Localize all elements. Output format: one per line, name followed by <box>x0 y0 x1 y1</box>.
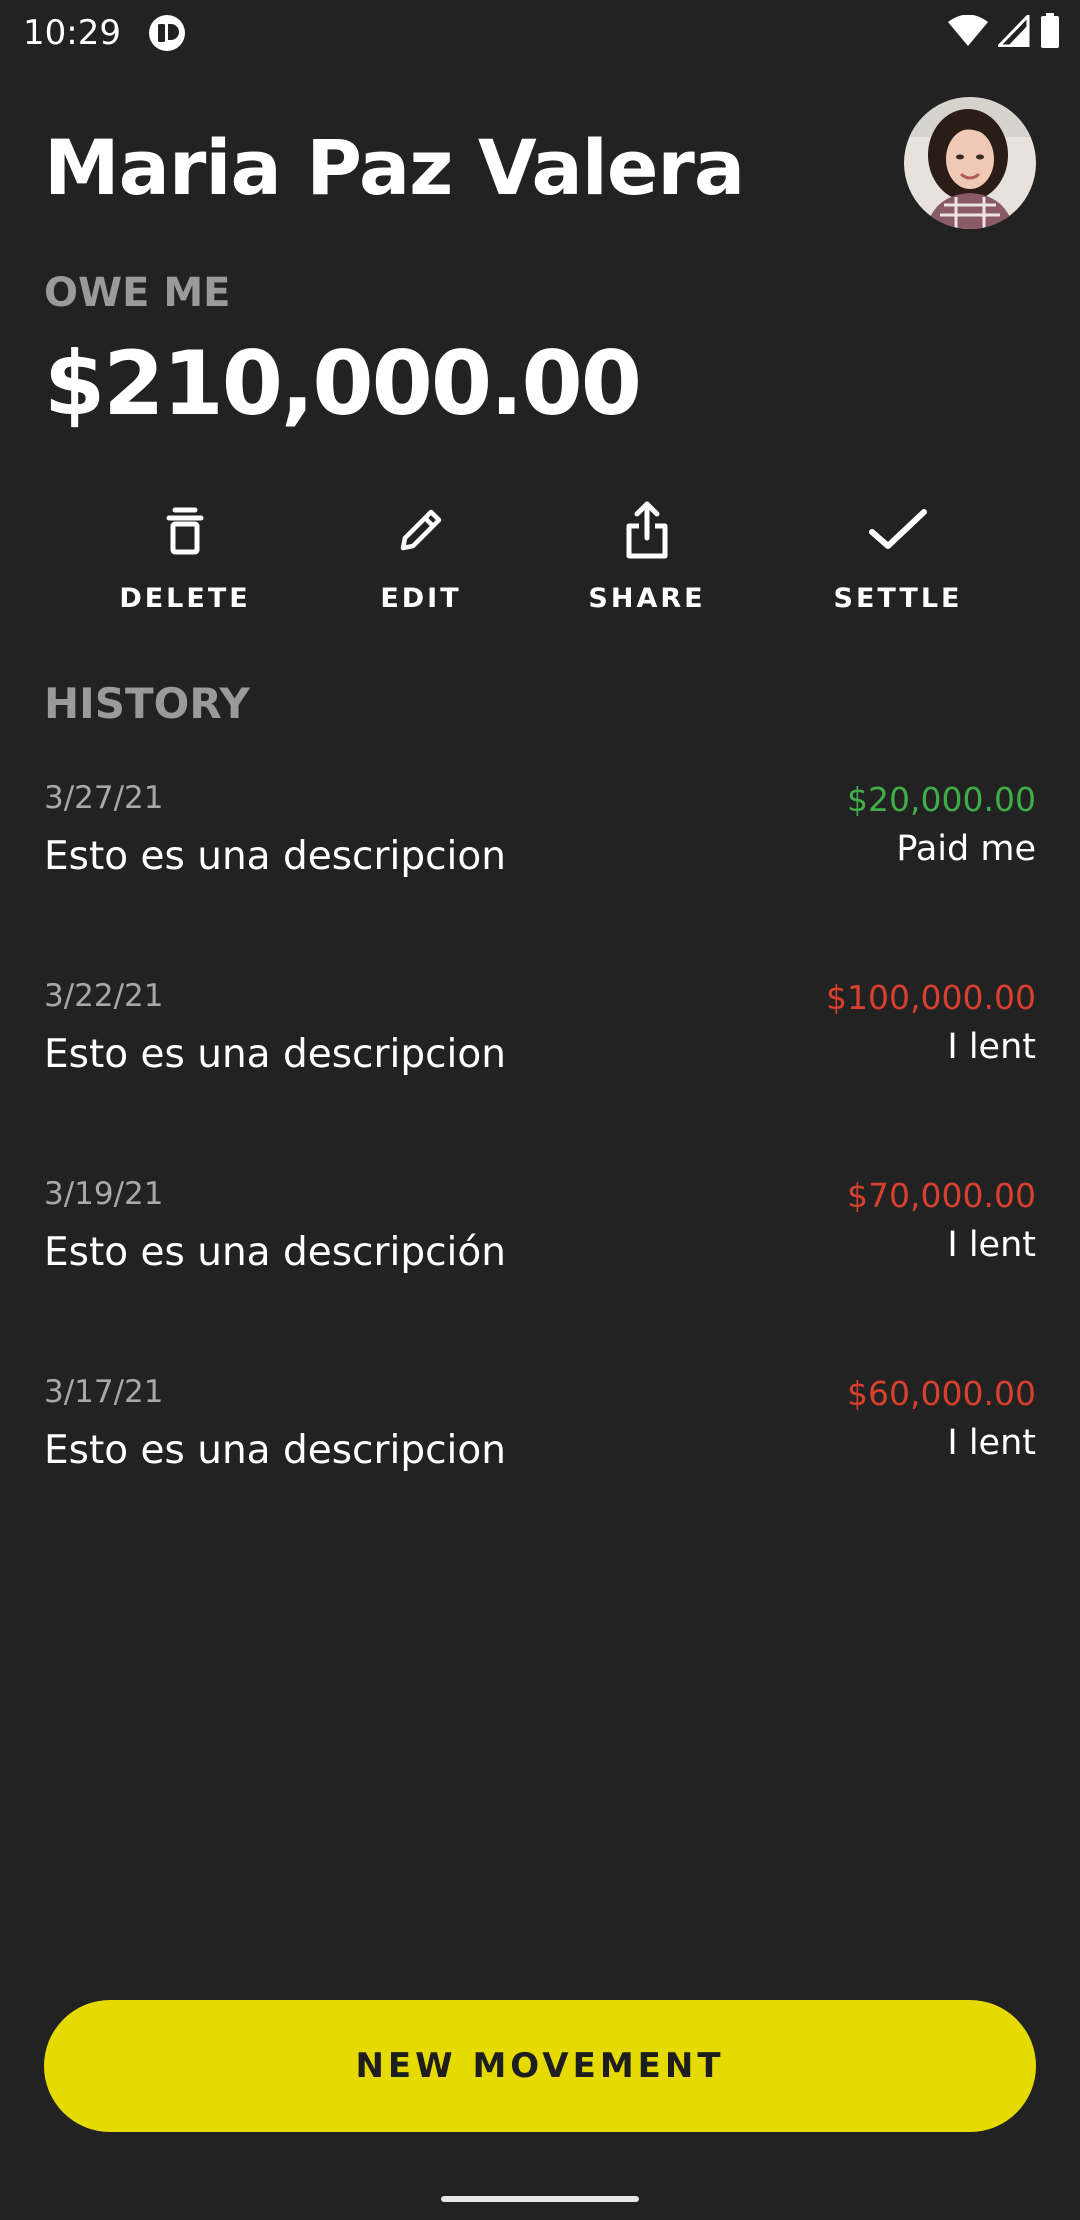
share-icon <box>615 498 679 562</box>
history-item[interactable]: 3/27/21 Esto es una descripcion $20,000.… <box>0 760 1080 958</box>
wifi-icon <box>948 14 988 51</box>
history-description: Esto es una descripcion <box>44 1032 506 1077</box>
edit-label: EDIT <box>380 583 462 614</box>
trash-icon <box>153 498 217 562</box>
balance-label: OWE ME <box>44 270 231 316</box>
status-time: 10:29 <box>23 13 121 53</box>
history-amount: $20,000.00 <box>847 780 1036 819</box>
share-button[interactable]: SHARE <box>537 490 757 620</box>
history-type: I lent <box>947 1225 1036 1265</box>
history-description: Esto es una descripción <box>44 1230 506 1275</box>
delete-button[interactable]: DELETE <box>75 490 295 620</box>
history-item[interactable]: 3/22/21 Esto es una descripcion $100,000… <box>0 958 1080 1156</box>
battery-icon <box>1040 13 1060 53</box>
gesture-nav-handle[interactable] <box>441 2196 639 2202</box>
history-item[interactable]: 3/19/21 Esto es una descripción $70,000.… <box>0 1156 1080 1354</box>
delete-label: DELETE <box>119 583 251 614</box>
history-description: Esto es una descripcion <box>44 1428 506 1473</box>
history-type: I lent <box>947 1423 1036 1463</box>
history-type: Paid me <box>896 829 1036 869</box>
history-item[interactable]: 3/17/21 Esto es una descripcion $60,000.… <box>0 1354 1080 1552</box>
history-heading: HISTORY <box>44 679 250 728</box>
checkmark-icon <box>866 498 930 562</box>
settle-label: SETTLE <box>833 583 963 614</box>
history-list: 3/27/21 Esto es una descripcion $20,000.… <box>0 760 1080 1552</box>
history-date: 3/27/21 <box>44 780 164 816</box>
status-bar: 10:29 <box>0 0 1080 66</box>
history-amount: $100,000.00 <box>826 978 1036 1017</box>
history-date: 3/19/21 <box>44 1176 164 1212</box>
status-icons <box>948 12 1060 53</box>
settle-button[interactable]: SETTLE <box>788 490 1008 620</box>
action-bar: DELETE EDIT SHARE SETTLE <box>0 490 1080 630</box>
contact-name: Maria Paz Valera <box>44 123 745 212</box>
new-movement-button[interactable]: NEW MOVEMENT <box>44 2000 1036 2132</box>
app-notification-icon <box>148 14 186 52</box>
edit-button[interactable]: EDIT <box>311 490 531 620</box>
history-date: 3/17/21 <box>44 1374 164 1410</box>
pencil-icon <box>389 498 453 562</box>
history-amount: $60,000.00 <box>847 1374 1036 1413</box>
signal-icon <box>995 12 1030 51</box>
avatar[interactable] <box>904 97 1036 229</box>
history-amount: $70,000.00 <box>847 1176 1036 1215</box>
history-date: 3/22/21 <box>44 978 164 1014</box>
history-type: I lent <box>947 1027 1036 1067</box>
history-description: Esto es una descripcion <box>44 834 506 879</box>
share-label: SHARE <box>588 583 706 614</box>
balance-amount: $210,000.00 <box>44 332 642 435</box>
